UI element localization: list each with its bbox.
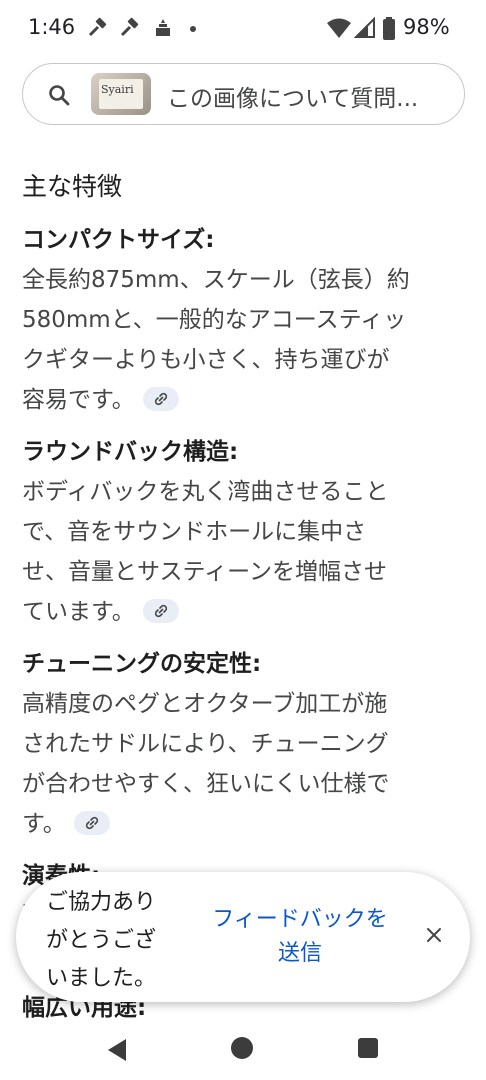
- feature-description: 全長約875mm、スケール（弦長）約 580mmと、一般的なアコースティッ クギ…: [22, 267, 410, 413]
- feature-description: 高精度のペグとオクターブ加工が施 されたサドルにより、チューニング が合わせやす…: [22, 691, 390, 837]
- link-icon: [154, 604, 167, 617]
- recents-button[interactable]: [358, 1038, 378, 1058]
- link-icon: [154, 392, 167, 405]
- navigation-bar: [0, 1020, 486, 1080]
- search-icon: [49, 85, 70, 106]
- wifi-icon: [327, 18, 351, 38]
- link-icon: [85, 816, 98, 829]
- feedback-toast: ご協力あり がとうござ いました。 フィードバックを 送信: [16, 872, 470, 1002]
- source-link-chip[interactable]: [142, 598, 179, 623]
- building-notification-icon: [156, 19, 170, 36]
- feature-heading: コンパクトサイズ:: [22, 227, 215, 253]
- status-time: 1:46: [28, 15, 76, 39]
- close-icon[interactable]: [424, 925, 444, 945]
- thumbnail-logo: Syairi: [101, 83, 134, 96]
- source-link-chip[interactable]: [142, 386, 179, 411]
- status-bar: 1:46 98%: [0, 0, 486, 58]
- feature-heading: ラウンドバック構造:: [22, 439, 239, 465]
- toast-message: ご協力あり がとうござ いました。: [46, 890, 157, 991]
- hammer-notification-icon: [120, 17, 139, 37]
- feature-heading: チューニングの安定性:: [22, 651, 262, 677]
- send-feedback-button[interactable]: フィードバックを 送信: [186, 903, 414, 971]
- search-bar[interactable]: Syairi この画像について質問...: [22, 63, 465, 125]
- cellular-signal-icon: [354, 17, 375, 38]
- back-icon[interactable]: [106, 1038, 128, 1062]
- section-title: 主な特徴: [22, 172, 123, 201]
- hammer-notification-icon: [88, 17, 107, 37]
- battery-icon: [383, 17, 395, 40]
- battery-percentage: 98%: [403, 15, 450, 39]
- home-button[interactable]: [231, 1037, 253, 1059]
- more-notifications-dot: [190, 26, 196, 32]
- search-input[interactable]: この画像について質問...: [167, 79, 418, 113]
- source-link-chip[interactable]: [73, 810, 110, 835]
- image-thumbnail[interactable]: Syairi: [91, 73, 151, 115]
- feature-description: ボディバックを丸く湾曲させること で、音をサウンドホールに集中さ せ、音量とサス…: [22, 479, 389, 625]
